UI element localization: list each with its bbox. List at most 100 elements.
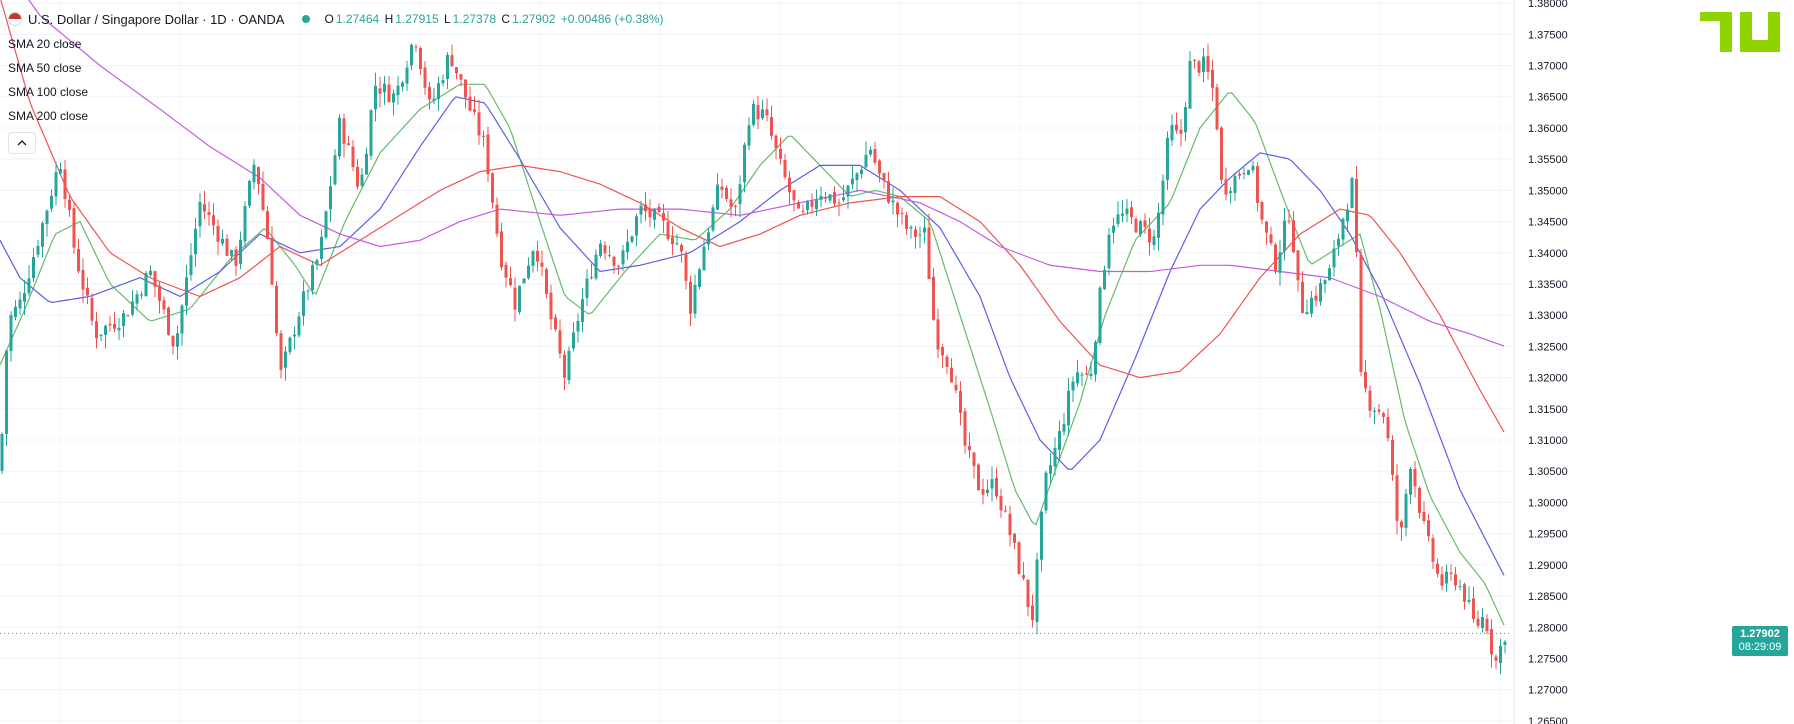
candle-body — [1301, 281, 1304, 313]
candle-body — [0, 433, 4, 471]
candle-body — [770, 117, 773, 136]
candle-body — [261, 183, 265, 210]
candle-body — [1148, 228, 1151, 243]
candle-body — [549, 292, 553, 320]
candle-body — [1422, 511, 1426, 522]
candle-body — [1382, 413, 1385, 417]
candle-body — [648, 209, 652, 218]
candle-body — [1053, 447, 1057, 467]
candle-body — [950, 367, 953, 383]
high-label: H — [384, 12, 394, 26]
candle-body — [1287, 220, 1291, 222]
us-flag-icon — [8, 12, 22, 26]
candle-body — [716, 184, 719, 210]
candle-body — [1004, 510, 1007, 512]
candle-body — [774, 135, 778, 149]
candle-body — [297, 316, 301, 336]
candle-body — [1463, 584, 1466, 602]
candle-body — [806, 201, 809, 211]
candle-body — [203, 204, 206, 212]
indicator-sma100[interactable]: SMA 100 close — [8, 80, 666, 104]
candle-body — [918, 234, 922, 236]
brand-logo — [1700, 12, 1780, 52]
candle-body — [360, 174, 364, 186]
sma50-line — [0, 96, 1505, 576]
candle-body — [945, 356, 949, 367]
candle-body — [545, 269, 548, 294]
candle-body — [333, 155, 337, 185]
candle-body — [558, 330, 562, 354]
candle-body — [527, 265, 530, 279]
candle-body — [752, 103, 755, 125]
symbol-title[interactable]: U.S. Dollar / Singapore Dollar · 1D · OA… — [28, 12, 284, 27]
candle-body — [977, 464, 980, 491]
candle-body — [1022, 575, 1025, 579]
candle-body — [1341, 218, 1345, 240]
open-value: 1.27464 — [335, 12, 380, 26]
candle-body — [576, 320, 580, 332]
candle-body — [707, 232, 710, 245]
candle-body — [81, 270, 85, 290]
candle-body — [216, 225, 220, 242]
candle-body — [689, 281, 692, 314]
candle-body — [540, 262, 544, 267]
collapse-legend-button[interactable] — [8, 132, 36, 154]
indicator-sma50[interactable]: SMA 50 close — [8, 56, 666, 80]
candle-body — [284, 351, 287, 368]
y-tick-label: 1.37000 — [1528, 61, 1568, 73]
candle-body — [801, 210, 805, 212]
candle-body — [1278, 252, 1282, 273]
candle-body — [1080, 374, 1084, 376]
candle-body — [54, 172, 58, 197]
candle-body — [792, 190, 796, 201]
candle-body — [725, 187, 728, 199]
last-price-value: 1.27902 — [1740, 628, 1780, 641]
candle-body — [1193, 59, 1196, 61]
candle-body — [815, 199, 818, 210]
last-price-badge: 1.27902 08:29:09 — [1732, 626, 1788, 657]
candle-body — [1062, 423, 1066, 432]
candle-body — [252, 164, 256, 183]
candle-body — [621, 250, 625, 265]
y-tick-label: 1.29500 — [1528, 529, 1568, 541]
candle-body — [1395, 475, 1399, 521]
candle-body — [986, 489, 989, 493]
indicator-sma20[interactable]: SMA 20 close — [8, 32, 666, 56]
candle-body — [855, 173, 859, 181]
candle-body — [32, 257, 35, 279]
candle-body — [666, 222, 670, 240]
candle-body — [999, 495, 1003, 511]
price-axis: 1.38000 1.37500 1.37000 1.36500 1.36000 1.355… — [1513, 0, 1568, 724]
candle-body — [1359, 254, 1363, 372]
candle-body — [810, 200, 814, 207]
candle-body — [1499, 645, 1502, 664]
candle-body — [1184, 107, 1187, 133]
candle-body — [644, 204, 647, 212]
candle-body — [180, 305, 184, 334]
candle-body — [198, 202, 202, 227]
candle-body — [1026, 579, 1030, 608]
candle-body — [9, 315, 13, 352]
candle-body — [675, 243, 679, 245]
candle-body — [126, 315, 130, 317]
candle-body — [306, 290, 310, 292]
candle-body — [90, 297, 94, 321]
candle-body — [1260, 202, 1264, 220]
candle-body — [1157, 212, 1160, 238]
low-value: 1.27378 — [452, 12, 497, 26]
ohlc-values: O 1.27464 H 1.27915 L 1.27378 C 1.27902 +0.0… — [324, 12, 665, 26]
candle-body — [909, 226, 913, 229]
candle-body — [59, 169, 62, 174]
y-tick-label: 1.30500 — [1528, 466, 1568, 478]
candle-body — [1134, 218, 1138, 233]
candle-body — [1247, 170, 1250, 175]
candle-body — [1211, 69, 1214, 88]
candle-body — [1355, 178, 1358, 253]
candle-body — [1152, 236, 1156, 246]
candle-body — [765, 109, 769, 116]
candle-body — [639, 205, 643, 215]
indicator-sma200[interactable]: SMA 200 close — [8, 104, 666, 128]
y-tick-label: 1.36500 — [1528, 92, 1568, 104]
candle-body — [1013, 533, 1016, 543]
y-tick-label: 1.31500 — [1528, 404, 1568, 416]
